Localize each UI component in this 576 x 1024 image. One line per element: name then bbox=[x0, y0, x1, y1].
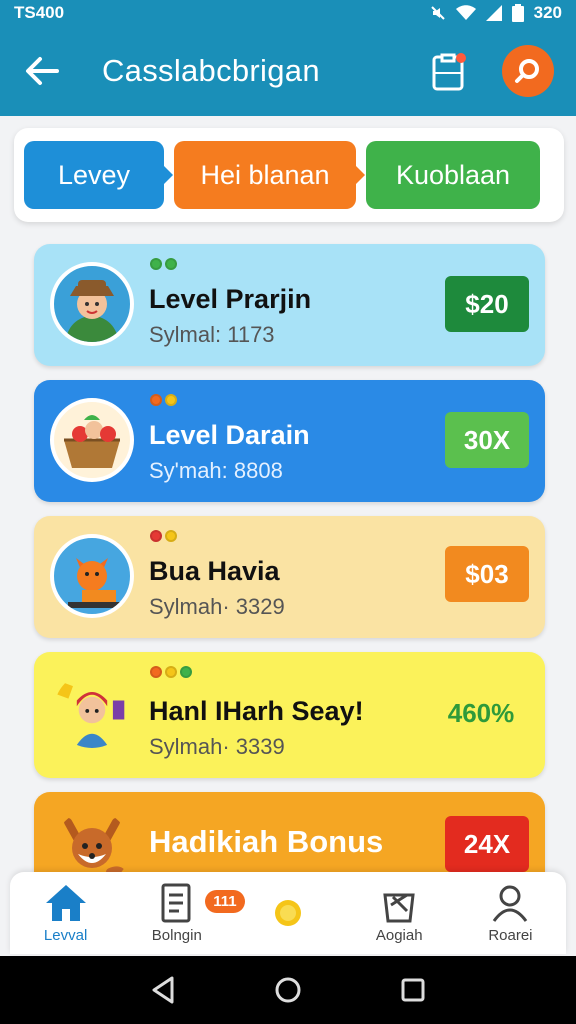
status-dot bbox=[150, 530, 162, 542]
tab-levey[interactable]: Levey bbox=[24, 141, 173, 209]
nav-levval[interactable]: Levval bbox=[10, 872, 121, 954]
nav-aogiah[interactable]: Aogiah bbox=[344, 872, 455, 954]
page-title: Casslabcbrigan bbox=[102, 53, 320, 88]
status-bar: TS400 320 bbox=[0, 0, 576, 26]
level-card[interactable]: Level Darain Sy'mah: 8808 30X bbox=[34, 380, 545, 502]
status-dot bbox=[165, 258, 177, 270]
system-back-button[interactable] bbox=[143, 970, 183, 1010]
status-dot bbox=[180, 666, 192, 678]
character-celebrate-icon bbox=[55, 681, 125, 748]
card-subtitle: Sylmal: 1173 bbox=[149, 322, 275, 347]
status-dot bbox=[165, 530, 177, 542]
card-title: Bua Havia bbox=[149, 556, 280, 586]
system-navigation bbox=[0, 956, 576, 1024]
triangle-back-icon bbox=[152, 976, 174, 1004]
avatar bbox=[50, 668, 134, 752]
reward-badge: $03 bbox=[445, 546, 529, 602]
wifi-icon bbox=[455, 5, 476, 21]
home-icon bbox=[45, 884, 86, 921]
card-subtitle: Sylmah· 3339 bbox=[149, 734, 285, 759]
nav-label: Bolngin bbox=[151, 926, 202, 944]
bottom-navigation: Levval 111 Bolngin Aogiah Roarei bbox=[10, 872, 566, 954]
status-dot bbox=[150, 394, 162, 406]
filter-tabs: Levey Hei blanan Kuoblaan bbox=[14, 128, 564, 222]
clipboard-button[interactable] bbox=[424, 47, 472, 95]
card-subtitle: Sy'mah: 8808 bbox=[149, 458, 283, 483]
status-dot bbox=[165, 394, 177, 406]
status-time: TS400 bbox=[14, 3, 65, 22]
card-title: Hanl IHarh Seay! bbox=[149, 696, 364, 726]
nav-roarei[interactable]: Roarei bbox=[455, 872, 566, 954]
tab-kuoblaan[interactable]: Kuoblaan bbox=[366, 141, 540, 209]
search-icon bbox=[515, 59, 539, 83]
coin-icon bbox=[275, 900, 301, 926]
mute-icon bbox=[430, 5, 446, 21]
card-title: Level Prarjin bbox=[149, 284, 312, 314]
nav-label: Aogiah bbox=[375, 926, 423, 944]
nav-label: Roarei bbox=[488, 926, 533, 944]
reward-badge: 24X bbox=[445, 816, 529, 872]
document-icon bbox=[161, 883, 191, 922]
reward-badge: 30X bbox=[445, 412, 529, 468]
nav-label: Levval bbox=[43, 926, 88, 944]
square-recents-icon bbox=[401, 978, 425, 1002]
battery-level: 320 bbox=[533, 3, 562, 22]
system-home-button[interactable] bbox=[268, 970, 308, 1010]
character-icon bbox=[66, 280, 118, 342]
reward-badge: 460% bbox=[447, 697, 515, 728]
avatar bbox=[50, 534, 134, 618]
notification-dot bbox=[456, 53, 466, 63]
app-bar: Casslabcbrigan bbox=[0, 26, 576, 116]
nav-bolngin[interactable]: 111 Bolngin bbox=[121, 872, 245, 954]
level-card[interactable]: Bua Havia Sylmah· 3329 $03 bbox=[34, 516, 545, 638]
status-dots bbox=[150, 394, 177, 406]
system-recents-button[interactable] bbox=[393, 970, 433, 1010]
battery-icon bbox=[511, 4, 524, 22]
search-button[interactable] bbox=[502, 45, 554, 97]
level-card[interactable]: Level Prarjin Sylmal: 1173 $20 bbox=[34, 244, 545, 366]
card-title: Level Darain bbox=[149, 420, 310, 450]
status-dots bbox=[150, 666, 192, 678]
tab-hei-blanan[interactable]: Hei blanan bbox=[174, 141, 365, 209]
card-title: Hadikiah Bonus bbox=[149, 824, 384, 859]
status-dot bbox=[165, 666, 177, 678]
circle-home-icon bbox=[275, 977, 301, 1003]
fruit-basket-icon bbox=[64, 415, 120, 468]
shopping-bag-icon bbox=[383, 893, 415, 922]
avatar bbox=[50, 398, 134, 482]
fox-laptop-icon bbox=[68, 558, 120, 608]
signal-icon bbox=[485, 5, 502, 21]
back-arrow-icon bbox=[26, 57, 59, 85]
reward-badge: $20 bbox=[445, 276, 529, 332]
back-button[interactable] bbox=[22, 51, 62, 91]
nav-coin[interactable] bbox=[232, 872, 343, 954]
status-dots bbox=[150, 258, 177, 270]
avatar bbox=[50, 262, 134, 346]
status-dots bbox=[150, 530, 177, 542]
profile-icon bbox=[493, 885, 528, 922]
status-dot bbox=[150, 258, 162, 270]
card-subtitle: Sylmah· 3329 bbox=[149, 594, 285, 619]
level-card[interactable]: Hanl IHarh Seay! Sylmah· 3339 460% bbox=[34, 652, 545, 778]
status-dot bbox=[150, 666, 162, 678]
